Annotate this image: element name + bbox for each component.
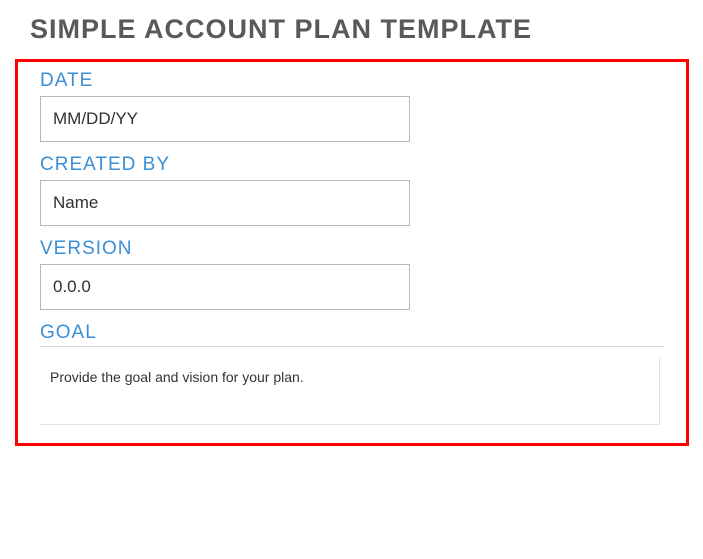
goal-label: GOAL — [40, 322, 664, 344]
goal-divider — [40, 346, 664, 347]
created-by-field-group: CREATED BY — [40, 154, 664, 226]
goal-field-group: GOAL — [40, 322, 664, 425]
goal-textarea[interactable] — [40, 357, 660, 425]
date-input[interactable] — [40, 96, 410, 142]
created-by-label: CREATED BY — [40, 154, 664, 176]
date-label: DATE — [40, 70, 664, 92]
date-field-group: DATE — [40, 70, 664, 142]
page-title: SIMPLE ACCOUNT PLAN TEMPLATE — [30, 14, 703, 45]
form-container: DATE CREATED BY VERSION GOAL — [15, 59, 689, 446]
version-input[interactable] — [40, 264, 410, 310]
version-field-group: VERSION — [40, 238, 664, 310]
version-label: VERSION — [40, 238, 664, 260]
created-by-input[interactable] — [40, 180, 410, 226]
